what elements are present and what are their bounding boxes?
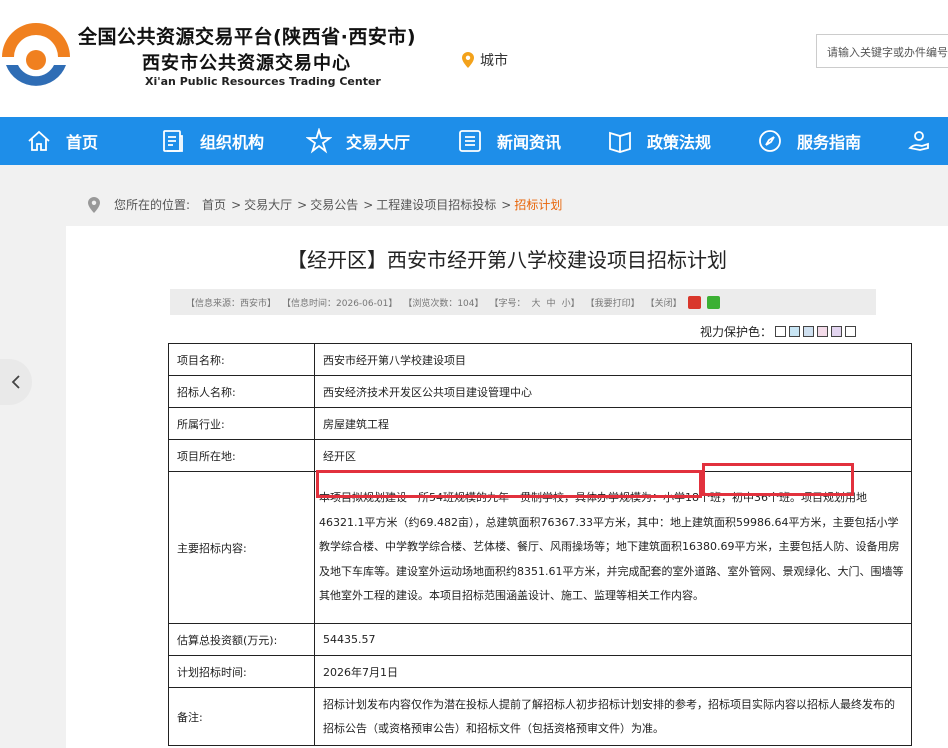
table-value: 54435.57 — [314, 623, 912, 656]
breadcrumb-current: 招标计划 — [514, 198, 563, 212]
city-selector[interactable]: 城市 — [462, 50, 508, 70]
fontsize-label: 【字号： — [489, 298, 526, 309]
vision-color-swatch[interactable] — [845, 326, 857, 337]
table-key: 招标人名称: — [168, 375, 315, 408]
breadcrumb-separator: > — [297, 197, 308, 212]
vision-label: 视力保护色： — [700, 325, 773, 339]
table-row: 估算总投资额(万元): 54435.57 — [168, 623, 912, 656]
table-row: 所属行业: 房屋建筑工程 — [168, 407, 912, 440]
nav-item-policy[interactable]: 政策法规 — [607, 117, 711, 165]
breadcrumb-separator: > — [501, 197, 512, 212]
breadcrumb-separator: > — [363, 197, 374, 212]
project-info-table: 项目名称: 西安市经开第八学校建设项目 招标人名称: 西安经济技术开发区公共项目… — [168, 343, 912, 746]
home-icon — [28, 130, 50, 151]
vision-protection-picker: 视力保护色： — [700, 323, 857, 340]
breadcrumb-link-announcements[interactable]: 交易公告 — [310, 196, 358, 213]
highlight-box — [702, 463, 854, 496]
breadcrumb-link-home[interactable]: 首页 — [202, 196, 226, 213]
table-key: 备注: — [168, 687, 315, 746]
compass-icon — [759, 130, 781, 152]
main-nav: 首页 组织机构 交易大厅 新闻资讯 政策法规 服务指南 — [0, 117, 948, 165]
fontsize-medium-button[interactable]: 中 — [547, 296, 556, 309]
table-value: 房屋建筑工程 — [314, 407, 912, 440]
nav-label: 首页 — [66, 133, 99, 152]
star-icon — [306, 128, 332, 154]
breadcrumb-separator: > — [231, 197, 242, 212]
highlight-box — [316, 470, 702, 498]
nav-label: 组织机构 — [200, 133, 265, 152]
close-button[interactable]: 【关闭】 — [646, 296, 682, 309]
table-key: 计划招标时间: — [168, 655, 315, 688]
nav-label: 服务指南 — [797, 133, 862, 152]
print-button[interactable]: 【我要打印】 — [586, 296, 640, 309]
info-source: 【信息来源：西安市】 — [186, 298, 277, 309]
breadcrumb-prefix: 您所在的位置: — [114, 198, 191, 212]
info-time: 【信息时间：2026-06-01】 — [282, 298, 398, 309]
table-row: 备注: 招标计划发布内容仅作为潜在投标人提前了解招标人初步招标计划安排的参考，招… — [168, 687, 912, 746]
fontsize-large-button[interactable]: 大 — [532, 296, 541, 309]
vision-color-swatch[interactable] — [803, 326, 815, 337]
org-name-cn: 全国公共资源交易平台(陕西省·西安市) — [78, 26, 417, 48]
weibo-share-icon[interactable] — [687, 295, 701, 309]
nav-label: 交易大厅 — [346, 133, 411, 152]
document-icon — [163, 130, 183, 152]
chevron-left-icon — [11, 375, 20, 389]
wechat-share-icon[interactable] — [706, 295, 720, 309]
book-icon — [609, 131, 631, 153]
table-row: 计划招标时间: 2026年7月1日 — [168, 655, 912, 688]
vision-color-swatch[interactable] — [831, 326, 843, 337]
location-pin-icon — [462, 52, 474, 68]
table-key: 项目所在地: — [168, 439, 315, 472]
article-title: 【经开区】西安市经开第八学校建设项目招标计划 — [287, 248, 727, 272]
info-views: 【浏览次数：104】 — [403, 298, 484, 309]
list-icon — [459, 130, 481, 152]
vision-color-swatch[interactable] — [817, 326, 829, 337]
fontsize-small-button[interactable]: 小】 — [562, 296, 580, 309]
carousel-prev-button[interactable] — [0, 359, 32, 405]
nav-item-more[interactable] — [906, 117, 946, 165]
table-key: 估算总投资额(万元): — [168, 623, 315, 656]
search-input[interactable]: 请输入关键字或办件编号 — [816, 34, 948, 68]
table-value: 2026年7月1日 — [314, 655, 912, 688]
vision-color-swatch[interactable] — [789, 326, 801, 337]
table-key: 所属行业: — [168, 407, 315, 440]
site-logo-icon[interactable] — [0, 17, 76, 97]
site-header: 全国公共资源交易平台(陕西省·西安市) 西安市公共资源交易中心 Xi'an Pu… — [0, 0, 948, 117]
hand-icon — [908, 131, 929, 151]
city-label: 城市 — [480, 53, 508, 69]
vision-color-swatch[interactable] — [775, 326, 787, 337]
breadcrumb-link-trading-hall[interactable]: 交易大厅 — [244, 196, 292, 213]
table-row: 招标人名称: 西安经济技术开发区公共项目建设管理中心 — [168, 375, 912, 408]
nav-item-organization[interactable]: 组织机构 — [160, 117, 264, 165]
nav-label: 新闻资讯 — [497, 133, 562, 152]
table-value: 招标计划发布内容仅作为潜在投标人提前了解招标人初步招标计划安排的参考，招标项目实… — [314, 687, 912, 746]
nav-item-home[interactable]: 首页 — [26, 117, 98, 165]
nav-label: 政策法规 — [647, 133, 712, 152]
nav-item-trading-hall[interactable]: 交易大厅 — [306, 117, 410, 165]
location-pin-icon — [88, 196, 100, 213]
nav-item-news[interactable]: 新闻资讯 — [457, 117, 561, 165]
org-subtitle-cn: 西安市公共资源交易中心 — [142, 53, 351, 74]
nav-item-service-guide[interactable]: 服务指南 — [757, 117, 861, 165]
table-value: 西安经济技术开发区公共项目建设管理中心 — [314, 375, 912, 408]
table-key: 主要招标内容: — [168, 471, 315, 624]
table-key: 项目名称: — [168, 343, 315, 376]
article-info-bar: 【信息来源：西安市】 【信息时间：2026-06-01】 【浏览次数：104】 … — [170, 289, 876, 315]
table-row: 项目名称: 西安市经开第八学校建设项目 — [168, 343, 912, 376]
table-value: 西安市经开第八学校建设项目 — [314, 343, 912, 376]
breadcrumb-link-engineering[interactable]: 工程建设项目招标投标 — [376, 196, 496, 213]
breadcrumb: 您所在的位置: 首页 > 交易大厅 > 交易公告 > 工程建设项目招标投标 > … — [88, 196, 562, 213]
org-name-en: Xi'an Public Resources Trading Center — [145, 75, 381, 88]
